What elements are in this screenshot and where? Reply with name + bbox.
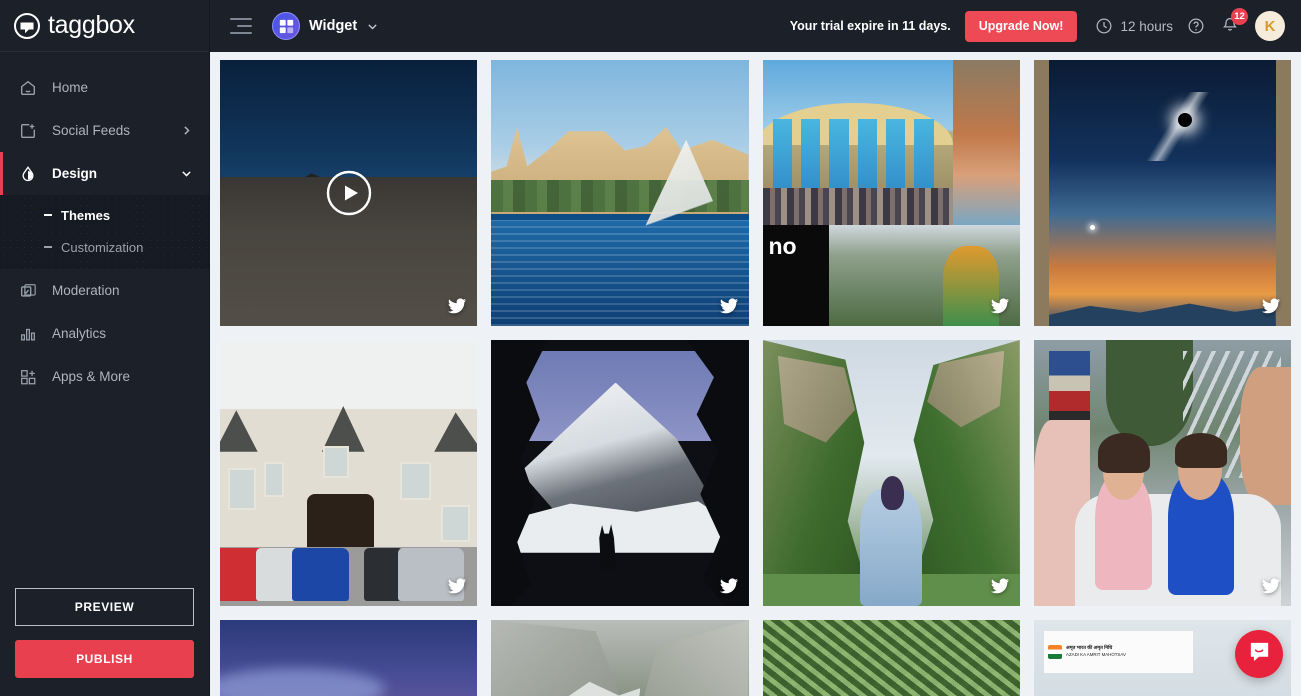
sidebar-subitem-customization[interactable]: Customization <box>0 231 209 263</box>
design-submenu: Themes Customization <box>0 195 209 269</box>
trial-status-text: Your trial expire in 11 days. <box>789 19 951 33</box>
tile-desert-video[interactable] <box>220 60 478 326</box>
sidebar-item-design[interactable]: Design <box>0 152 209 195</box>
twitter-icon <box>990 576 1010 596</box>
tile-rocky-valley[interactable] <box>491 620 749 696</box>
topbar: Widget Your trial expire in 11 days. Upg… <box>210 0 1301 52</box>
main-area: Widget Your trial expire in 11 days. Upg… <box>210 0 1301 696</box>
sidebar-item-label: Design <box>52 166 98 181</box>
home-icon <box>18 78 38 98</box>
sidebar-item-label: Analytics <box>52 326 107 341</box>
taggbox-logo-icon <box>14 12 40 39</box>
india-emblem-icon <box>1048 644 1063 659</box>
tile-artwork <box>220 340 478 606</box>
sidebar-item-apps-and-more[interactable]: Apps & More <box>0 355 209 398</box>
tile-artwork <box>491 620 749 696</box>
chevron-down-icon[interactable] <box>366 20 379 33</box>
analytics-bars-icon <box>18 324 38 344</box>
hours-text: 12 hours <box>1120 18 1173 34</box>
sidebar-item-moderation[interactable]: Moderation <box>0 269 209 312</box>
sidebar-subitem-themes[interactable]: Themes <box>0 199 209 231</box>
tile-purple-sunset[interactable] <box>220 620 478 696</box>
amrit-mahotsav-banner: अमृत भारत की अमृत निधि AZADI KA AMRIT MA… <box>1044 630 1194 674</box>
sidebar: taggbox Home Social Feeds Design Themes … <box>0 0 210 696</box>
tile-artwork <box>491 340 749 606</box>
sidebar-item-label: Moderation <box>52 283 120 298</box>
widget-title: Widget <box>309 18 358 34</box>
twitter-icon <box>719 296 739 316</box>
tile-green-canyon[interactable] <box>762 340 1020 606</box>
twitter-icon <box>1261 576 1281 596</box>
banner-line-2: AZADI KA AMRIT MAHOTSAV <box>1066 652 1126 658</box>
dash-icon <box>44 214 52 216</box>
tile-artwork <box>762 620 1020 696</box>
twitter-icon <box>447 576 467 596</box>
brand-name: taggbox <box>48 11 135 39</box>
widget-grid-icon <box>272 12 300 40</box>
tile-artwork <box>762 340 1020 606</box>
intercom-chat-icon <box>1247 639 1272 669</box>
moderation-icon <box>18 281 38 301</box>
tile-artwork <box>1033 340 1291 606</box>
publish-button[interactable]: PUBLISH <box>15 640 194 678</box>
app-root: taggbox Home Social Feeds Design Themes … <box>0 0 1301 696</box>
topbar-right: Your trial expire in 11 days. Upgrade No… <box>789 7 1285 42</box>
sidebar-item-home[interactable]: Home <box>0 66 209 109</box>
play-icon[interactable] <box>326 170 372 216</box>
banner-text: अमृत भारत की अमृत निधि AZADI KA AMRIT MA… <box>1066 646 1126 657</box>
media-gallery-grid: no अमृत भारत की अमृत निधि AZADI KA AMRIT… <box>210 52 1301 696</box>
tile-artwork <box>491 60 749 326</box>
tile-artwork: no <box>762 60 1020 326</box>
sidebar-item-analytics[interactable]: Analytics <box>0 312 209 355</box>
twitter-icon <box>719 576 739 596</box>
tile-rollercoaster-family[interactable] <box>1033 340 1291 606</box>
tile-solar-eclipse[interactable] <box>1033 60 1291 326</box>
notification-count-badge: 12 <box>1231 7 1248 25</box>
sidebar-item-social-feeds[interactable]: Social Feeds <box>0 109 209 152</box>
tile-artwork <box>1033 60 1291 326</box>
sidebar-actions: PREVIEW PUBLISH <box>0 588 209 696</box>
preview-button[interactable]: PREVIEW <box>15 588 194 626</box>
sidebar-item-label: Apps & More <box>52 369 131 384</box>
upgrade-now-button[interactable]: Upgrade Now! <box>964 10 1078 42</box>
dash-icon <box>44 246 52 248</box>
sidebar-item-label: Home <box>52 80 89 95</box>
chevron-right-icon <box>180 124 193 137</box>
widget-selector[interactable]: Widget <box>272 12 379 40</box>
apps-grid-icon <box>18 367 38 387</box>
twitter-icon <box>990 296 1010 316</box>
design-drop-icon <box>18 164 38 184</box>
tile-snow-mountain-cat[interactable] <box>491 340 749 606</box>
collage-overlay-text: no <box>768 232 797 259</box>
chevron-down-icon <box>180 167 193 180</box>
tile-luxor-nile[interactable] <box>491 60 749 326</box>
notifications-button[interactable]: 12 <box>1221 7 1248 38</box>
twitter-icon <box>447 296 467 316</box>
sidebar-item-label: Social Feeds <box>52 123 131 138</box>
intercom-chat-button[interactable] <box>1235 630 1283 678</box>
clock-icon <box>1095 17 1113 35</box>
tile-waterpark-collage[interactable]: no <box>762 60 1020 326</box>
feed-plus-icon <box>18 121 38 141</box>
hours-indicator[interactable]: 12 hours <box>1095 17 1173 35</box>
help-circle-icon[interactable] <box>1187 17 1205 35</box>
tile-green-foliage[interactable] <box>762 620 1020 696</box>
sidebar-subitem-label: Customization <box>61 239 144 255</box>
avatar[interactable]: K <box>1255 11 1285 41</box>
sidebar-subitem-label: Themes <box>61 207 111 223</box>
hamburger-icon[interactable] <box>230 18 252 34</box>
brand-logo[interactable]: taggbox <box>0 0 209 52</box>
sidebar-nav: Home Social Feeds Design Themes Customiz… <box>0 52 209 588</box>
twitter-icon <box>1261 296 1281 316</box>
tile-hotel-cars[interactable] <box>220 340 478 606</box>
tile-artwork <box>220 620 478 696</box>
